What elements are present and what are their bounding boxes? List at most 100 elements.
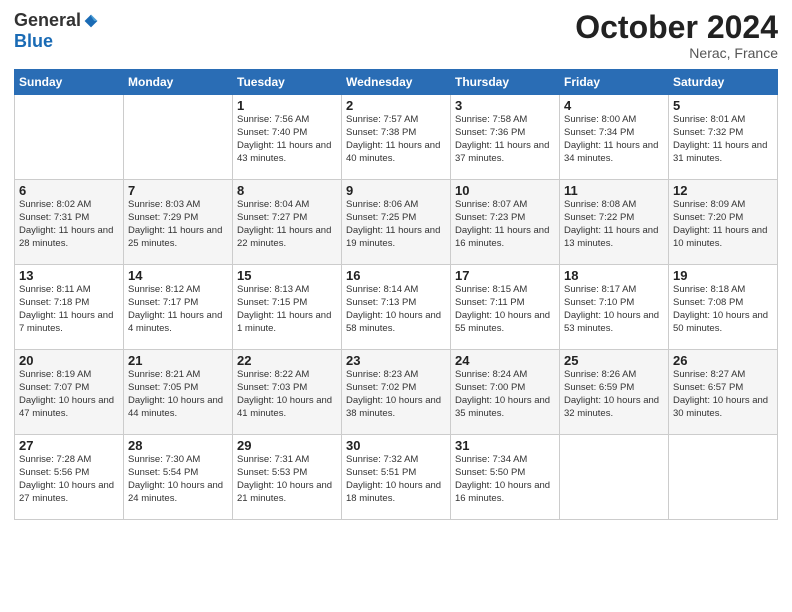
week-row-2: 6Sunrise: 8:02 AMSunset: 7:31 PMDaylight… <box>15 180 778 265</box>
day-number: 15 <box>237 268 337 283</box>
calendar-cell: 12Sunrise: 8:09 AMSunset: 7:20 PMDayligh… <box>669 180 778 265</box>
logo-general-text: General <box>14 10 81 31</box>
calendar-cell <box>124 95 233 180</box>
day-number: 4 <box>564 98 664 113</box>
day-detail: Sunrise: 7:28 AMSunset: 5:56 PMDaylight:… <box>19 454 119 505</box>
calendar-cell: 22Sunrise: 8:22 AMSunset: 7:03 PMDayligh… <box>233 350 342 435</box>
week-row-5: 27Sunrise: 7:28 AMSunset: 5:56 PMDayligh… <box>15 435 778 520</box>
calendar-cell: 9Sunrise: 8:06 AMSunset: 7:25 PMDaylight… <box>342 180 451 265</box>
day-detail: Sunrise: 8:21 AMSunset: 7:05 PMDaylight:… <box>128 369 228 420</box>
page: General Blue October 2024 Nerac, France … <box>0 0 792 612</box>
day-number: 1 <box>237 98 337 113</box>
day-detail: Sunrise: 8:11 AMSunset: 7:18 PMDaylight:… <box>19 284 119 335</box>
day-number: 27 <box>19 438 119 453</box>
day-number: 13 <box>19 268 119 283</box>
day-number: 11 <box>564 183 664 198</box>
calendar-cell <box>669 435 778 520</box>
calendar-cell: 30Sunrise: 7:32 AMSunset: 5:51 PMDayligh… <box>342 435 451 520</box>
day-detail: Sunrise: 8:06 AMSunset: 7:25 PMDaylight:… <box>346 199 446 250</box>
calendar-cell: 4Sunrise: 8:00 AMSunset: 7:34 PMDaylight… <box>560 95 669 180</box>
day-detail: Sunrise: 8:03 AMSunset: 7:29 PMDaylight:… <box>128 199 228 250</box>
calendar-cell: 5Sunrise: 8:01 AMSunset: 7:32 PMDaylight… <box>669 95 778 180</box>
day-number: 30 <box>346 438 446 453</box>
day-detail: Sunrise: 8:17 AMSunset: 7:10 PMDaylight:… <box>564 284 664 335</box>
calendar-cell <box>15 95 124 180</box>
calendar-cell: 31Sunrise: 7:34 AMSunset: 5:50 PMDayligh… <box>451 435 560 520</box>
day-detail: Sunrise: 8:13 AMSunset: 7:15 PMDaylight:… <box>237 284 337 335</box>
logo-blue-text: Blue <box>14 31 53 52</box>
header: General Blue October 2024 Nerac, France <box>14 10 778 61</box>
calendar-cell: 19Sunrise: 8:18 AMSunset: 7:08 PMDayligh… <box>669 265 778 350</box>
day-number: 21 <box>128 353 228 368</box>
col-wednesday: Wednesday <box>342 70 451 95</box>
calendar-cell: 3Sunrise: 7:58 AMSunset: 7:36 PMDaylight… <box>451 95 560 180</box>
day-number: 24 <box>455 353 555 368</box>
day-detail: Sunrise: 7:58 AMSunset: 7:36 PMDaylight:… <box>455 114 555 165</box>
day-detail: Sunrise: 7:30 AMSunset: 5:54 PMDaylight:… <box>128 454 228 505</box>
day-number: 9 <box>346 183 446 198</box>
day-detail: Sunrise: 8:19 AMSunset: 7:07 PMDaylight:… <box>19 369 119 420</box>
calendar-table: Sunday Monday Tuesday Wednesday Thursday… <box>14 69 778 520</box>
day-number: 23 <box>346 353 446 368</box>
day-number: 6 <box>19 183 119 198</box>
day-number: 31 <box>455 438 555 453</box>
col-thursday: Thursday <box>451 70 560 95</box>
day-number: 22 <box>237 353 337 368</box>
header-row: Sunday Monday Tuesday Wednesday Thursday… <box>15 70 778 95</box>
day-number: 5 <box>673 98 773 113</box>
week-row-4: 20Sunrise: 8:19 AMSunset: 7:07 PMDayligh… <box>15 350 778 435</box>
day-detail: Sunrise: 7:32 AMSunset: 5:51 PMDaylight:… <box>346 454 446 505</box>
day-detail: Sunrise: 8:15 AMSunset: 7:11 PMDaylight:… <box>455 284 555 335</box>
col-monday: Monday <box>124 70 233 95</box>
calendar-cell: 1Sunrise: 7:56 AMSunset: 7:40 PMDaylight… <box>233 95 342 180</box>
day-number: 18 <box>564 268 664 283</box>
day-detail: Sunrise: 8:08 AMSunset: 7:22 PMDaylight:… <box>564 199 664 250</box>
calendar-cell: 13Sunrise: 8:11 AMSunset: 7:18 PMDayligh… <box>15 265 124 350</box>
day-detail: Sunrise: 8:24 AMSunset: 7:00 PMDaylight:… <box>455 369 555 420</box>
day-number: 29 <box>237 438 337 453</box>
day-detail: Sunrise: 8:12 AMSunset: 7:17 PMDaylight:… <box>128 284 228 335</box>
day-number: 25 <box>564 353 664 368</box>
calendar-cell: 11Sunrise: 8:08 AMSunset: 7:22 PMDayligh… <box>560 180 669 265</box>
day-detail: Sunrise: 8:23 AMSunset: 7:02 PMDaylight:… <box>346 369 446 420</box>
calendar-cell: 6Sunrise: 8:02 AMSunset: 7:31 PMDaylight… <box>15 180 124 265</box>
calendar-cell: 27Sunrise: 7:28 AMSunset: 5:56 PMDayligh… <box>15 435 124 520</box>
calendar-cell: 26Sunrise: 8:27 AMSunset: 6:57 PMDayligh… <box>669 350 778 435</box>
day-number: 3 <box>455 98 555 113</box>
day-number: 20 <box>19 353 119 368</box>
day-detail: Sunrise: 7:57 AMSunset: 7:38 PMDaylight:… <box>346 114 446 165</box>
day-number: 17 <box>455 268 555 283</box>
day-detail: Sunrise: 8:18 AMSunset: 7:08 PMDaylight:… <box>673 284 773 335</box>
calendar-cell <box>560 435 669 520</box>
location-subtitle: Nerac, France <box>575 45 778 61</box>
day-detail: Sunrise: 8:27 AMSunset: 6:57 PMDaylight:… <box>673 369 773 420</box>
day-detail: Sunrise: 8:02 AMSunset: 7:31 PMDaylight:… <box>19 199 119 250</box>
col-friday: Friday <box>560 70 669 95</box>
day-number: 2 <box>346 98 446 113</box>
day-detail: Sunrise: 8:14 AMSunset: 7:13 PMDaylight:… <box>346 284 446 335</box>
day-detail: Sunrise: 8:09 AMSunset: 7:20 PMDaylight:… <box>673 199 773 250</box>
calendar-cell: 17Sunrise: 8:15 AMSunset: 7:11 PMDayligh… <box>451 265 560 350</box>
day-number: 7 <box>128 183 228 198</box>
day-detail: Sunrise: 8:04 AMSunset: 7:27 PMDaylight:… <box>237 199 337 250</box>
col-saturday: Saturday <box>669 70 778 95</box>
day-detail: Sunrise: 8:00 AMSunset: 7:34 PMDaylight:… <box>564 114 664 165</box>
week-row-3: 13Sunrise: 8:11 AMSunset: 7:18 PMDayligh… <box>15 265 778 350</box>
day-number: 28 <box>128 438 228 453</box>
calendar-cell: 2Sunrise: 7:57 AMSunset: 7:38 PMDaylight… <box>342 95 451 180</box>
calendar-cell: 21Sunrise: 8:21 AMSunset: 7:05 PMDayligh… <box>124 350 233 435</box>
col-sunday: Sunday <box>15 70 124 95</box>
month-title: October 2024 <box>575 10 778 45</box>
logo-icon <box>83 13 99 29</box>
calendar-cell: 10Sunrise: 8:07 AMSunset: 7:23 PMDayligh… <box>451 180 560 265</box>
day-detail: Sunrise: 8:07 AMSunset: 7:23 PMDaylight:… <box>455 199 555 250</box>
day-detail: Sunrise: 8:26 AMSunset: 6:59 PMDaylight:… <box>564 369 664 420</box>
day-detail: Sunrise: 7:31 AMSunset: 5:53 PMDaylight:… <box>237 454 337 505</box>
calendar-cell: 7Sunrise: 8:03 AMSunset: 7:29 PMDaylight… <box>124 180 233 265</box>
calendar-cell: 25Sunrise: 8:26 AMSunset: 6:59 PMDayligh… <box>560 350 669 435</box>
week-row-1: 1Sunrise: 7:56 AMSunset: 7:40 PMDaylight… <box>15 95 778 180</box>
calendar-cell: 8Sunrise: 8:04 AMSunset: 7:27 PMDaylight… <box>233 180 342 265</box>
logo: General Blue <box>14 10 99 52</box>
calendar-cell: 18Sunrise: 8:17 AMSunset: 7:10 PMDayligh… <box>560 265 669 350</box>
calendar-cell: 29Sunrise: 7:31 AMSunset: 5:53 PMDayligh… <box>233 435 342 520</box>
